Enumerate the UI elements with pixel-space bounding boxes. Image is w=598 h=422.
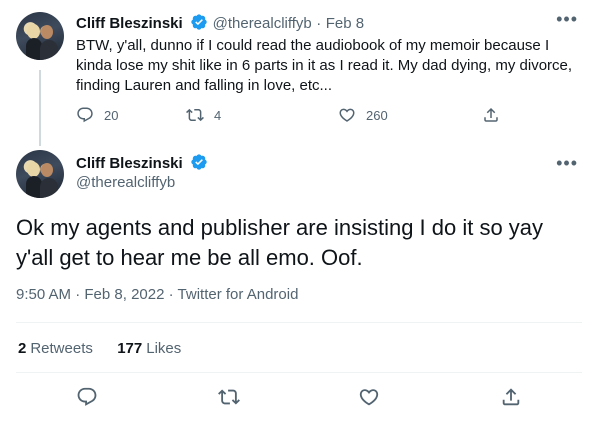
more-options-icon[interactable]: ••• [556, 10, 578, 28]
tweet-date[interactable]: Feb 8, 2022 [84, 286, 164, 303]
separator: · [75, 286, 81, 303]
like-button[interactable]: 260 [338, 106, 388, 124]
tweet-date[interactable]: Feb 8 [326, 15, 364, 32]
like-button[interactable] [358, 386, 380, 413]
engagement-stats: 2 Retweets 177 Likes [18, 340, 181, 357]
share-button[interactable] [482, 106, 500, 124]
like-count: 260 [366, 107, 388, 123]
divider [16, 372, 582, 373]
tweet-text-main: Ok my agents and publisher are insisting… [16, 215, 544, 270]
verified-badge-icon [190, 13, 208, 36]
separator: · [316, 15, 322, 32]
handle[interactable]: @therealcliffyb [213, 15, 312, 32]
share-icon [482, 106, 500, 124]
display-name[interactable]: Cliff Bleszinski [76, 155, 183, 172]
tweet-actions-main [0, 386, 598, 412]
tweet-meta: 9:50 AM · Feb 8, 2022 · Twitter for Andr… [16, 286, 298, 303]
display-name[interactable]: Cliff Bleszinski [76, 15, 183, 32]
reply-button[interactable]: 20 [76, 106, 118, 124]
retweets-stat[interactable]: 2 Retweets [18, 340, 93, 357]
handle[interactable]: @therealcliffyb [76, 174, 175, 191]
more-options-icon[interactable]: ••• [556, 154, 578, 172]
tweet-text: BTW, y'all, dunno if I could read the au… [76, 37, 573, 94]
tweet-actions: 20 4 260 [68, 104, 508, 128]
divider [16, 322, 582, 323]
reply-icon [76, 106, 94, 124]
retweet-icon [218, 389, 240, 412]
retweet-count: 2 [18, 340, 27, 357]
verified-badge-icon [190, 153, 208, 176]
tweet2-name-row: Cliff Bleszinski [76, 153, 208, 176]
reply-button[interactable] [76, 386, 98, 413]
thread-connector-line [39, 70, 41, 146]
avatar[interactable] [16, 12, 64, 60]
retweet-icon [186, 106, 204, 124]
reply-icon [76, 387, 98, 412]
retweet-count: 4 [214, 107, 222, 123]
reply-count: 20 [104, 107, 119, 123]
retweet-button[interactable]: 4 [186, 106, 221, 124]
separator: · [168, 286, 174, 303]
share-icon [500, 388, 522, 412]
tweet-source[interactable]: Twitter for Android [178, 286, 299, 303]
tweet1-header: Cliff Bleszinski @therealcliffyb · Feb 8 [76, 13, 364, 36]
avatar[interactable] [16, 150, 64, 198]
share-button[interactable] [500, 386, 522, 413]
retweet-label: Retweets [30, 340, 93, 357]
tweet-time[interactable]: 9:50 AM [16, 286, 71, 303]
heart-icon [358, 389, 380, 412]
like-label: Likes [146, 340, 182, 357]
like-count: 177 [117, 340, 143, 357]
heart-icon [338, 106, 356, 124]
retweet-button[interactable] [218, 386, 240, 413]
likes-stat[interactable]: 177 Likes [117, 340, 181, 357]
